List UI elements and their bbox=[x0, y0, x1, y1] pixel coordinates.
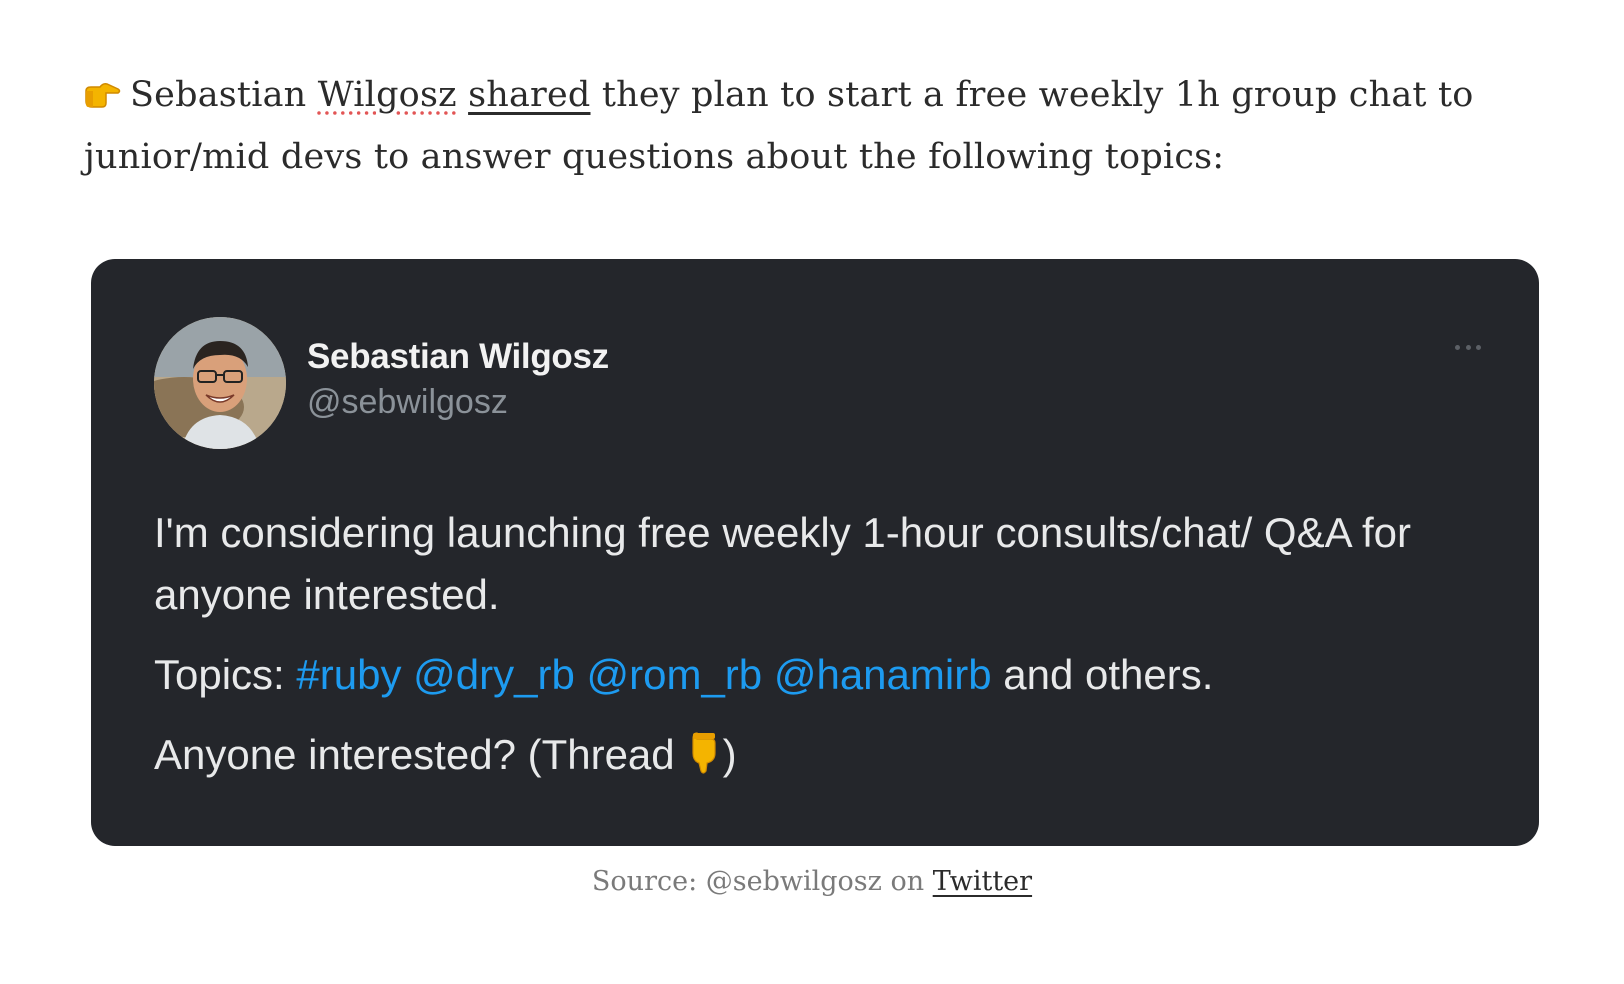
intro-name: Sebastian bbox=[130, 75, 307, 115]
topics-prefix: Topics: bbox=[154, 651, 297, 698]
image-caption: Source: @sebwilgosz on Twitter bbox=[0, 866, 1624, 897]
tweet-embed-card[interactable]: Sebastian Wilgosz @sebwilgosz I'm consid… bbox=[91, 259, 1539, 846]
shared-link[interactable]: shared bbox=[468, 75, 590, 115]
question-end: ) bbox=[722, 731, 737, 778]
intro-paragraph: Sebastian Wilgosz shared they plan to st… bbox=[84, 64, 1484, 188]
tweet-question: Anyone interested? (Thread ) bbox=[154, 724, 1494, 786]
mention-dry-rb[interactable]: @dry_rb bbox=[413, 651, 575, 698]
question-text: Anyone interested? (Thread bbox=[154, 731, 675, 778]
author-name[interactable]: Sebastian Wilgosz bbox=[307, 337, 609, 377]
author-handle[interactable]: @sebwilgosz bbox=[307, 383, 508, 422]
mention-hanamirb[interactable]: @hanamirb bbox=[774, 651, 992, 698]
tweet-body: I'm considering launching free weekly 1-… bbox=[154, 502, 1494, 786]
surname-link[interactable]: Wilgosz bbox=[318, 75, 457, 115]
tweet-line-1: I'm considering launching free weekly 1-… bbox=[154, 509, 1411, 618]
mention-rom-rb[interactable]: @rom_rb bbox=[586, 651, 762, 698]
avatar[interactable] bbox=[154, 317, 286, 449]
hashtag-ruby[interactable]: #ruby bbox=[296, 651, 401, 698]
tweet-topics: Topics: #ruby @dry_rb @rom_rb @hanamirb … bbox=[154, 644, 1494, 706]
topics-suffix: and others. bbox=[991, 651, 1214, 698]
caption-prefix: Source: @sebwilgosz on bbox=[591, 866, 933, 897]
pointing-down-icon bbox=[692, 732, 716, 774]
pointing-right-icon bbox=[85, 83, 121, 108]
article-page: Sebastian Wilgosz shared they plan to st… bbox=[0, 0, 1624, 984]
more-options-icon[interactable] bbox=[1455, 343, 1481, 351]
avatar-photo bbox=[154, 317, 286, 449]
twitter-link[interactable]: Twitter bbox=[933, 866, 1032, 897]
